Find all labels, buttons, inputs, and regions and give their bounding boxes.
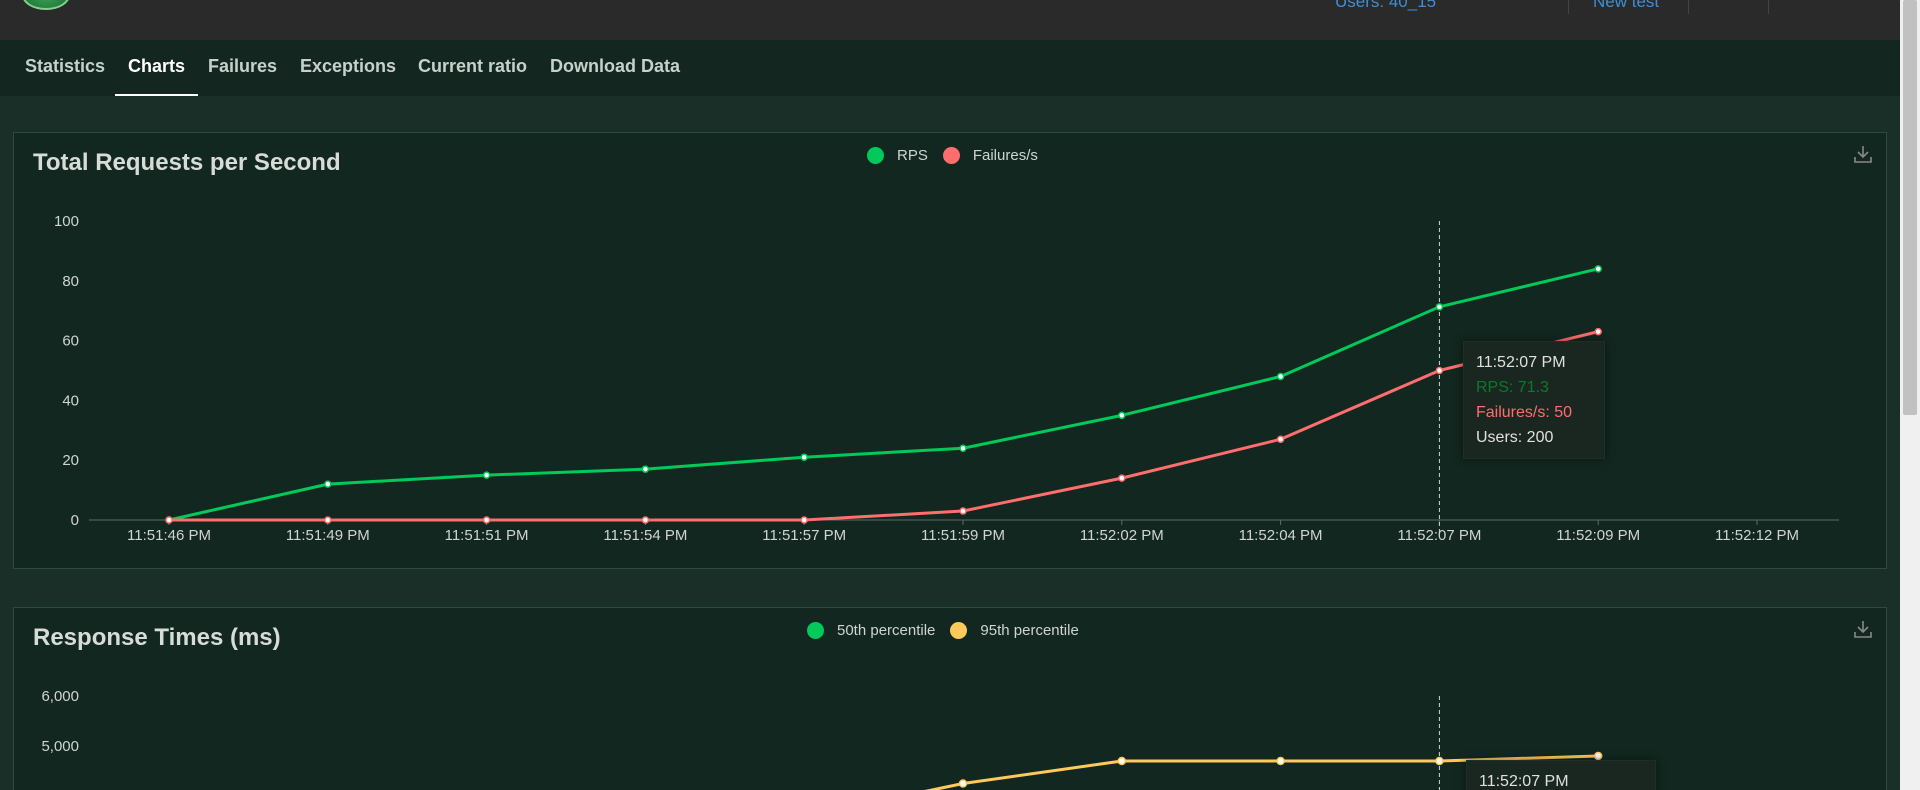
x-tick-label: 11:51:59 PM xyxy=(921,527,1005,544)
tab-failures[interactable]: Failures xyxy=(208,56,277,96)
y-tick-label: 5,000 xyxy=(41,738,79,755)
data-point xyxy=(641,516,650,524)
y-tick-label: 0 xyxy=(71,512,79,529)
data-point xyxy=(1118,474,1126,482)
tooltip-time: 11:52:07 PM xyxy=(1476,354,1566,371)
tooltip-rps: RPS: 71.3 xyxy=(1476,379,1549,396)
y-tick-label: 80 xyxy=(62,273,79,290)
data-point xyxy=(1118,411,1126,420)
data-point xyxy=(1435,303,1444,311)
x-tick-label: 11:52:04 PM xyxy=(1239,527,1323,544)
y-tick-label: 6,000 xyxy=(41,688,79,705)
data-point xyxy=(482,516,491,524)
tab-exceptions[interactable]: Exceptions xyxy=(300,56,396,96)
x-tick-label: 11:51:57 PM xyxy=(762,527,846,544)
data-point xyxy=(1276,372,1285,381)
y-tick-label: 60 xyxy=(62,333,79,350)
tooltip-users: Users: 200 xyxy=(1476,429,1554,446)
scrollbar-thumb[interactable] xyxy=(1903,0,1917,415)
x-tick-label: 11:51:54 PM xyxy=(603,527,687,544)
data-point xyxy=(1594,327,1602,336)
data-point xyxy=(482,471,491,479)
x-tick-label: 11:51:46 PM xyxy=(127,527,211,544)
data-point xyxy=(1594,265,1602,273)
divider xyxy=(1568,0,1569,14)
top-bar: Users: 40_15 New test xyxy=(0,0,1900,40)
data-point xyxy=(324,516,332,524)
response-times-panel: Response Times (ms) 50th percentile 95th… xyxy=(13,607,1887,790)
y-tick-label: 20 xyxy=(62,452,79,469)
divider xyxy=(1768,0,1769,14)
data-point xyxy=(1435,366,1444,375)
data-point xyxy=(1435,756,1444,766)
data-point xyxy=(800,453,808,461)
tab-charts[interactable]: Charts xyxy=(115,56,199,96)
chart-tooltip: 11:52:07 PM RPS: 71.3 Failures/s: 50 Use… xyxy=(1463,341,1605,459)
data-point xyxy=(1276,435,1285,444)
tooltip-time: 11:52:07 PM xyxy=(1479,773,1569,790)
data-point xyxy=(641,465,650,473)
series-line xyxy=(169,330,1599,522)
tab-bar: Statistics Charts Failures Exceptions Cu… xyxy=(0,40,1900,96)
new-test-link[interactable]: New test xyxy=(1593,0,1659,12)
x-tick-label: 11:51:49 PM xyxy=(286,527,370,544)
data-point xyxy=(959,444,967,452)
tooltip-failures: Failures/s: 50 xyxy=(1476,404,1573,421)
x-tick-label: 11:51:51 PM xyxy=(445,527,529,544)
x-tick-label: 11:52:12 PM xyxy=(1715,527,1799,544)
app-logo xyxy=(22,0,70,10)
divider xyxy=(1688,0,1689,14)
data-point xyxy=(1117,756,1127,766)
data-point xyxy=(1276,756,1285,766)
data-point xyxy=(800,516,808,524)
x-tick-label: 11:52:09 PM xyxy=(1556,527,1640,544)
x-tick-label: 11:52:02 PM xyxy=(1080,527,1164,544)
users-status: Users: 40_15 xyxy=(1335,0,1437,11)
chart-tooltip: 11:52:07 PM xyxy=(1466,760,1656,790)
tab-current-ratio[interactable]: Current ratio xyxy=(418,56,527,96)
data-point xyxy=(165,516,173,524)
data-point xyxy=(1593,751,1603,761)
y-tick-label: 100 xyxy=(54,213,79,230)
data-point xyxy=(324,480,332,488)
scrollbar[interactable] xyxy=(1900,0,1920,790)
data-point xyxy=(959,507,967,515)
rps-chart-panel: Total Requests per Second RPS Failures/s… xyxy=(13,132,1887,569)
y-tick-label: 40 xyxy=(62,392,79,409)
rps-chart: 0 20 40 60 80 100 11:51:46 PM 11:51:49 PM 11:51:… xyxy=(54,213,1839,544)
tab-download-data[interactable]: Download Data xyxy=(550,56,680,96)
tab-statistics[interactable]: Statistics xyxy=(25,56,105,96)
data-point xyxy=(958,779,968,788)
